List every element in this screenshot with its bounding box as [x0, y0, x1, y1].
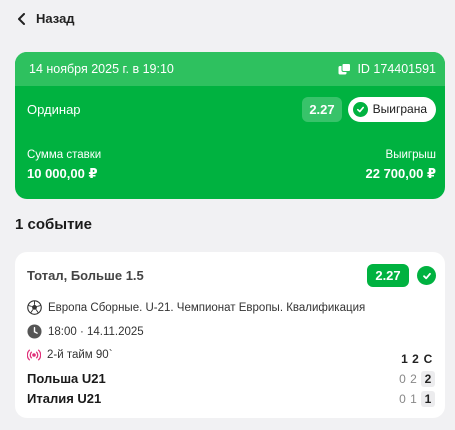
- score-total: 2: [421, 371, 435, 387]
- score-cell: 1: [410, 392, 417, 406]
- live-broadcast-icon: [27, 349, 41, 361]
- team-away: Италия U21: [27, 391, 102, 406]
- score-header-period-2: 2: [412, 352, 419, 366]
- chevron-left-icon: [18, 12, 25, 25]
- event-card[interactable]: Тотал, Больше 1.5 2.27 Европа Сборные. U…: [15, 252, 445, 418]
- events-count-title: 1 событие: [15, 216, 92, 233]
- back-button[interactable]: Назад: [17, 11, 75, 26]
- score-header-period-1: 1: [401, 352, 408, 366]
- stake-block: Сумма ставки 10 000,00 ₽: [27, 149, 101, 182]
- live-status-row: 2-й тайм 90`: [27, 349, 113, 361]
- status-badge: Выиграна: [347, 96, 436, 122]
- copy-icon: [338, 63, 352, 75]
- bet-type: Ординар: [27, 101, 81, 117]
- bet-header: 14 ноября 2025 г. в 19:10 ID 174401591: [15, 52, 445, 86]
- event-odds: 2.27: [367, 264, 409, 287]
- score-cell: 2: [410, 372, 417, 386]
- event-won-icon: [417, 266, 436, 285]
- bet-total-odds: 2.27: [302, 96, 342, 122]
- bet-id: ID 174401591: [357, 62, 436, 76]
- payout-label: Выигрыш: [385, 149, 436, 161]
- payout-value: 22 700,00 ₽: [365, 166, 437, 181]
- score-cell: 0: [399, 372, 406, 386]
- football-icon: [27, 300, 42, 315]
- live-status: 2-й тайм 90`: [47, 349, 113, 361]
- bet-date: 14 ноября 2025 г. в 19:10: [29, 62, 174, 76]
- market-name: Тотал, Больше 1.5: [27, 268, 144, 283]
- score-header: 1 2 С: [399, 352, 435, 366]
- back-label: Назад: [36, 11, 75, 26]
- tournament-name: Европа Сборные. U-21. Чемпионат Европы. …: [48, 301, 366, 314]
- check-icon: [352, 101, 368, 117]
- tournament-row: Европа Сборные. U-21. Чемпионат Европы. …: [27, 300, 365, 315]
- team-away-scores: 0 1 1: [397, 391, 435, 407]
- score-cell: 0: [399, 392, 406, 406]
- stake-label: Сумма ставки: [27, 149, 102, 161]
- team-home: Польша U21: [27, 371, 106, 386]
- payout-block: Выигрыш 22 700,00 ₽: [366, 149, 437, 182]
- clock-icon: [27, 324, 42, 339]
- bet-id-copy[interactable]: ID 174401591: [338, 62, 436, 76]
- stake-value: 10 000,00 ₽: [27, 166, 98, 181]
- start-time: 18:00 · 14.11.2025: [48, 325, 144, 338]
- score-total: 1: [421, 391, 435, 407]
- team-home-scores: 0 2 2: [397, 371, 435, 387]
- bet-summary-card: 14 ноября 2025 г. в 19:10 ID 174401591 О…: [15, 52, 445, 199]
- score-header-total: С: [423, 352, 433, 366]
- status-label: Выиграна: [372, 102, 427, 116]
- start-time-row: 18:00 · 14.11.2025: [27, 324, 144, 339]
